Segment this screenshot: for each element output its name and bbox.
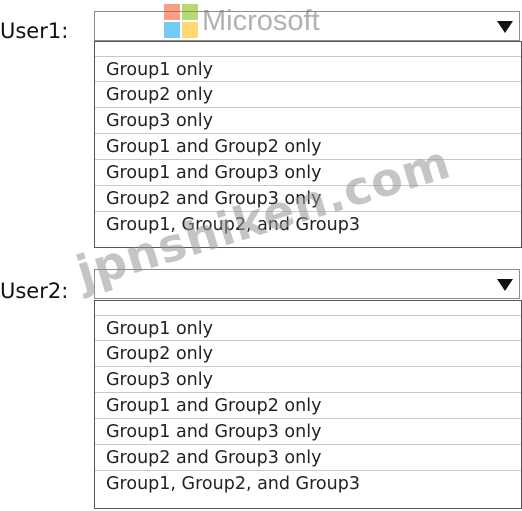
- user1-label: User1:: [0, 19, 69, 43]
- user2-option[interactable]: Group2 only: [95, 341, 521, 367]
- user1-option[interactable]: Group1 and Group3 only: [95, 160, 521, 186]
- user2-option[interactable]: Group1 and Group3 only: [95, 419, 521, 445]
- user1-option[interactable]: Group2 only: [95, 82, 521, 108]
- user1-option[interactable]: Group2 and Group3 only: [95, 186, 521, 212]
- microsoft-logo-watermark: Microsoft: [164, 4, 320, 38]
- user1-option[interactable]: Group1 and Group2 only: [95, 134, 521, 160]
- user2-options-list: Group1 only Group2 only Group3 only Grou…: [94, 300, 522, 509]
- user2-option[interactable]: Group2 and Group3 only: [95, 445, 521, 471]
- user2-option[interactable]: Group1 only: [95, 315, 521, 341]
- user2-option[interactable]: Group3 only: [95, 367, 521, 393]
- microsoft-logo-text: Microsoft: [202, 5, 320, 37]
- user2-option[interactable]: Group1 and Group2 only: [95, 393, 521, 419]
- user2-option[interactable]: Group1, Group2, and Group3: [95, 471, 521, 497]
- user1-option[interactable]: Group3 only: [95, 108, 521, 134]
- triangle-down-icon[interactable]: [495, 275, 515, 295]
- user2-label: User2:: [0, 279, 69, 303]
- user1-options-list: Group1 only Group2 only Group3 only Grou…: [94, 41, 522, 248]
- user1-option[interactable]: Group1, Group2, and Group3: [95, 212, 521, 238]
- user2-dropdown[interactable]: [94, 269, 520, 299]
- user1-option[interactable]: Group1 only: [95, 56, 521, 82]
- microsoft-logo-icon: [164, 4, 198, 38]
- triangle-down-icon[interactable]: [495, 17, 515, 37]
